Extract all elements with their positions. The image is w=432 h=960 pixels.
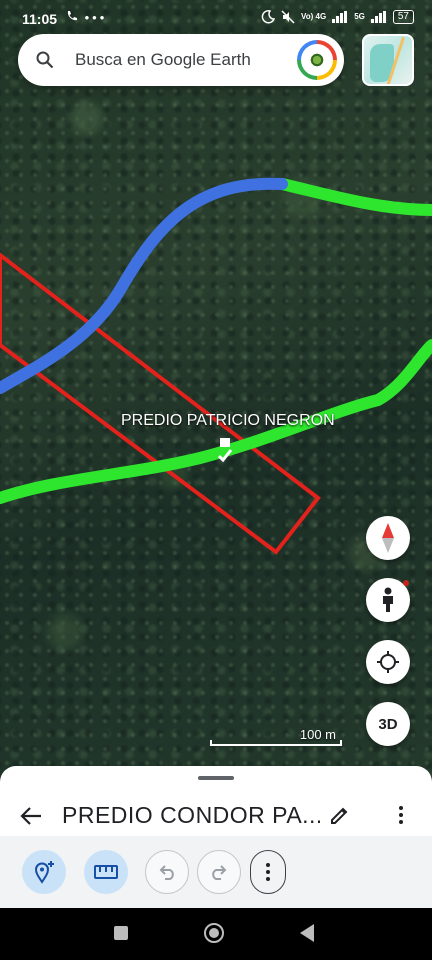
pegman-icon: [383, 587, 393, 612]
compass-needle-icon: [382, 523, 394, 553]
search-bar[interactable]: Busca en Google Earth: [18, 34, 344, 86]
street-view-button[interactable]: [366, 578, 410, 622]
scale-bar: 100 m: [210, 724, 342, 748]
location-crosshair-icon: [377, 651, 399, 673]
pegman-badge: [403, 580, 409, 586]
volte-indicator: Vo) 4G: [301, 12, 327, 21]
more-dots-icon: •••: [84, 10, 108, 25]
3d-toggle-button[interactable]: 3D: [366, 702, 410, 746]
voyager-inner: [301, 44, 333, 76]
do-not-disturb-moon-icon: [261, 10, 276, 24]
redo-button[interactable]: [197, 850, 241, 894]
sheet-drag-handle[interactable]: [198, 776, 234, 780]
signal-icon: [332, 11, 348, 23]
status-time: 11:05: [22, 11, 58, 27]
home-circle-icon[interactable]: [204, 923, 224, 943]
back-arrow-icon[interactable]: [20, 806, 42, 826]
network-type: 5G: [354, 12, 365, 21]
placemark-label[interactable]: PREDIO PATRICIO NEGRON: [121, 412, 335, 430]
add-placemark-icon: [34, 861, 54, 884]
measure-button[interactable]: [84, 850, 128, 894]
scale-line: [210, 740, 342, 746]
search-input[interactable]: Busca en Google Earth: [75, 50, 251, 70]
property-boundary-polygon[interactable]: [0, 252, 321, 555]
search-icon[interactable]: [36, 51, 54, 69]
more-vertical-icon[interactable]: [390, 804, 412, 826]
edit-toolbar: [0, 836, 432, 908]
toolbar-more-button[interactable]: [250, 850, 286, 894]
status-system-icons: Vo) 4G 5G 57: [261, 10, 414, 24]
ruler-icon: [94, 865, 118, 879]
status-notification-icons: •••: [66, 10, 107, 25]
my-location-button[interactable]: [366, 640, 410, 684]
signal-icon-2: [370, 11, 386, 23]
voyager-globe-icon: [309, 52, 325, 68]
battery-icon: 57: [392, 10, 414, 24]
voyager-compass-icon[interactable]: [297, 40, 337, 80]
green-track-upper[interactable]: [276, 178, 432, 216]
mute-icon: [281, 10, 295, 24]
recents-square-icon[interactable]: [114, 926, 128, 940]
map-style-thumbnail[interactable]: [362, 34, 414, 86]
undo-icon: [159, 865, 174, 880]
placemark-pin-icon[interactable]: [218, 438, 232, 464]
undo-button[interactable]: [145, 850, 189, 894]
compass-button[interactable]: [366, 516, 410, 560]
system-navigation-bar: [0, 908, 432, 960]
back-triangle-icon[interactable]: [300, 924, 314, 942]
phone-icon: [67, 11, 77, 21]
feature-title[interactable]: PREDIO CONDOR PA...: [62, 802, 320, 829]
status-bar: 11:05 ••• Vo) 4G 5G 57: [0, 0, 432, 36]
add-placemark-button[interactable]: [22, 850, 66, 894]
more-vertical-icon: [266, 863, 270, 881]
edit-pencil-icon[interactable]: [329, 804, 351, 826]
redo-icon: [212, 865, 227, 880]
